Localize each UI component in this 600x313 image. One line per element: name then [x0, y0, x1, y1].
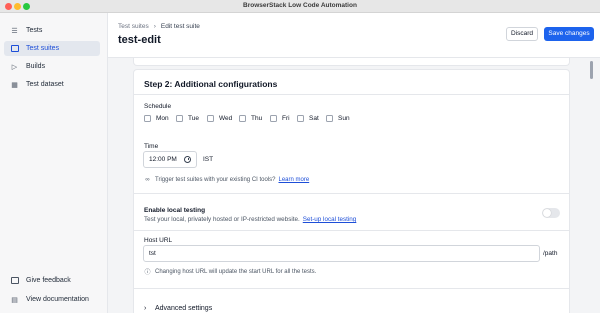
step-2-card: Step 2: Additional configurations Schedu…: [133, 69, 570, 313]
advanced-settings-toggle[interactable]: › Advanced settings: [144, 305, 212, 312]
day-label: Mon: [156, 115, 169, 122]
give-feedback-link[interactable]: Give feedback: [4, 273, 100, 288]
time-label: Time: [144, 143, 159, 150]
timezone-label: IST: [203, 156, 214, 163]
window-titlebar: BrowserStack Low Code Automation: [0, 0, 600, 13]
sidebar-item-label: Tests: [26, 27, 43, 34]
day-checkbox-thu[interactable]: Thu: [239, 115, 262, 122]
page-header: Test suites › Edit test suite test-edit Di…: [108, 13, 600, 58]
chevron-right-icon: ›: [144, 305, 147, 312]
view-documentation-link[interactable]: ▤ View documentation: [4, 292, 100, 307]
sidebar: ☰ Tests Test suites ▷ Builds ▦ Test data…: [0, 13, 108, 313]
divider: [134, 94, 569, 95]
host-url-input[interactable]: tst: [143, 245, 540, 262]
day-checkbox-sat[interactable]: Sat: [297, 115, 319, 122]
day-checkbox-sun[interactable]: Sun: [326, 115, 350, 122]
divider: [134, 230, 569, 231]
previous-step-card-edge: [133, 58, 570, 66]
setup-local-testing-link[interactable]: Set-up local testing: [303, 216, 357, 223]
day-checkbox-mon[interactable]: Mon: [144, 115, 169, 122]
scrollbar[interactable]: [590, 61, 595, 311]
time-input[interactable]: 12:00 PM: [143, 151, 197, 168]
time-value: 12:00 PM: [149, 156, 177, 163]
divider: [134, 288, 569, 289]
info-icon: ⓘ: [144, 270, 151, 276]
checkbox[interactable]: [326, 115, 333, 122]
checkbox[interactable]: [297, 115, 304, 122]
day-label: Wed: [219, 115, 233, 122]
play-icon: ▷: [11, 63, 18, 71]
breadcrumb-separator: ›: [153, 23, 156, 30]
day-label: Thu: [251, 115, 263, 122]
learn-more-link[interactable]: Learn more: [279, 177, 310, 183]
checkbox[interactable]: [176, 115, 183, 122]
breadcrumb-current: Edit test suite: [160, 23, 200, 30]
day-checkbox-fri[interactable]: Fri: [270, 115, 290, 122]
sidebar-item-label: Test dataset: [26, 81, 64, 88]
host-url-suffix: /path: [543, 250, 558, 257]
sidebar-item-builds[interactable]: ▷ Builds: [4, 59, 100, 74]
sidebar-footer-label: View documentation: [26, 296, 89, 303]
breadcrumb-test-suites[interactable]: Test suites: [118, 23, 149, 30]
discard-button[interactable]: Discard: [506, 27, 538, 41]
sidebar-footer-label: Give feedback: [26, 277, 71, 284]
host-url-hint-text: Changing host URL will update the start …: [155, 268, 317, 275]
ci-hint-text: Trigger test suites with your existing C…: [155, 177, 276, 183]
save-changes-button[interactable]: Save changes: [544, 27, 594, 41]
step-title: Step 2: Additional configurations: [144, 79, 278, 89]
divider: [134, 193, 569, 194]
main-content: Test suites › Edit test suite test-edit Di…: [108, 13, 600, 313]
sidebar-item-label: Builds: [26, 63, 46, 70]
checkbox[interactable]: [207, 115, 214, 122]
day-label: Sun: [338, 115, 350, 122]
schedule-label: Schedule: [144, 103, 172, 110]
page-title: test-edit: [118, 34, 161, 46]
advanced-settings-label: Advanced settings: [155, 305, 213, 312]
host-url-hint: ⓘ Changing host URL will update the star…: [144, 267, 317, 277]
link-icon: ∞: [145, 177, 150, 183]
checkbox[interactable]: [270, 115, 277, 122]
day-checkbox-wed[interactable]: Wed: [207, 115, 232, 122]
day-label: Fri: [282, 115, 290, 122]
breadcrumb: Test suites › Edit test suite: [118, 23, 200, 30]
ci-hint: ∞ Trigger test suites with your existing…: [144, 177, 309, 183]
checkbox[interactable]: [239, 115, 246, 122]
local-testing-desc-text: Test your local, privately hosted or IP-…: [144, 216, 300, 223]
scrollbar-thumb[interactable]: [590, 61, 593, 79]
local-testing-toggle[interactable]: [542, 208, 560, 218]
sidebar-item-label: Test suites: [26, 45, 60, 52]
clock-icon[interactable]: [184, 156, 191, 163]
local-testing-description: Test your local, privately hosted or IP-…: [144, 216, 356, 223]
checkbox[interactable]: [144, 115, 151, 122]
feedback-icon: [10, 276, 19, 285]
day-checkbox-tue[interactable]: Tue: [176, 115, 199, 122]
table-icon: ▦: [11, 81, 18, 89]
day-label: Sat: [309, 115, 319, 122]
list-icon: ☰: [11, 27, 18, 35]
sidebar-item-test-dataset[interactable]: ▦ Test dataset: [4, 77, 100, 92]
document-icon: ▤: [11, 296, 18, 304]
day-label: Tue: [188, 115, 199, 122]
sidebar-item-test-suites[interactable]: Test suites: [4, 41, 100, 56]
window-title: BrowserStack Low Code Automation: [243, 2, 357, 9]
sidebar-item-tests[interactable]: ☰ Tests: [4, 23, 100, 38]
host-url-label: Host URL: [144, 237, 173, 244]
suites-icon: [10, 44, 19, 53]
local-testing-title: Enable local testing: [144, 207, 206, 214]
